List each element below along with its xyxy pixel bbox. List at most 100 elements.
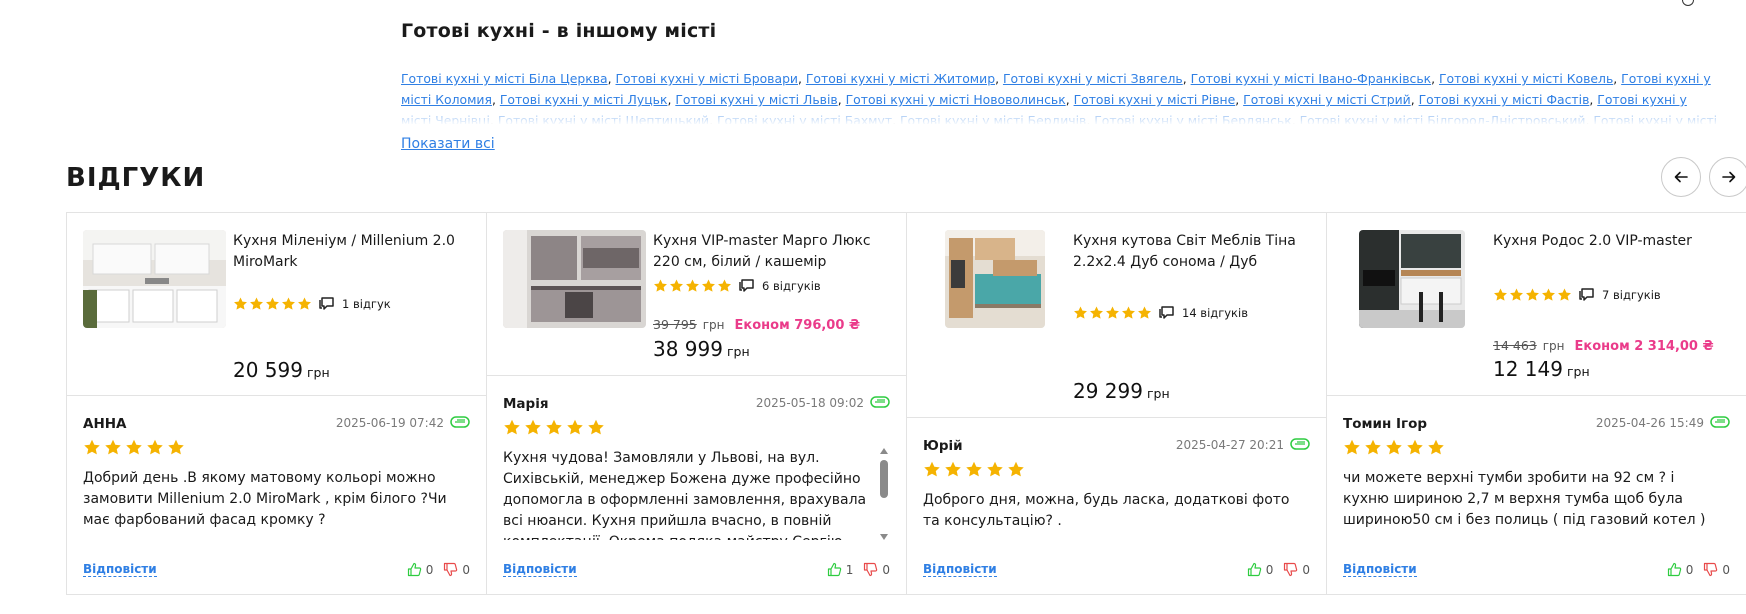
product-name[interactable]: Кухня Родос 2.0 VIP-master	[1493, 231, 1723, 252]
link-separator: ,	[1613, 71, 1622, 86]
product-price: 38 999 грн	[653, 337, 750, 361]
star-icon	[1428, 439, 1444, 455]
product-review-count[interactable]: 7 відгуків	[1602, 288, 1661, 302]
city-link[interactable]: Готові кухні у місті Житомир	[806, 71, 995, 86]
arrow-left-icon	[1674, 171, 1688, 183]
city-link[interactable]: Готові кухні у місті Львів	[675, 92, 837, 107]
thumb-up-icon[interactable]	[407, 562, 422, 577]
product-block: Кухня VIP-master Марго Люкс 220 см, біли…	[487, 213, 906, 376]
product-price: 12 149 грн	[1493, 357, 1590, 381]
reviewer-name: Марія	[503, 396, 549, 412]
product-rating: 14 відгуків	[1073, 304, 1248, 321]
star-icon	[546, 419, 562, 435]
product-review-count[interactable]: 1 відгук	[342, 297, 391, 311]
link-separator: ,	[1065, 92, 1074, 107]
price-value: 29 299	[1073, 379, 1143, 403]
product-review-count[interactable]: 14 відгуків	[1182, 306, 1248, 320]
cities-section-title: Готові кухні - в іншому місті	[401, 20, 717, 42]
reviews-title: ВІДГУКИ	[66, 163, 206, 193]
link-separator: ,	[1291, 113, 1300, 124]
city-link[interactable]: Готові кухні у місті Рівне	[1074, 92, 1236, 107]
link-separator: ,	[489, 113, 498, 124]
scroll-thumb[interactable]	[880, 460, 888, 498]
review-date: 2025-04-27 20:21	[1175, 438, 1284, 452]
star-icon	[1494, 288, 1507, 301]
thumb-down-icon[interactable]	[1283, 562, 1298, 577]
product-image[interactable]	[503, 230, 646, 328]
city-link[interactable]: Готові кухні у місті Нововолинськ	[846, 92, 1066, 107]
reply-link[interactable]: Відповісти	[923, 562, 997, 577]
thumb-down-icon[interactable]	[863, 562, 878, 577]
city-link[interactable]: Готові кухні у місті Біла Церква	[401, 71, 608, 86]
city-links-list: Готові кухні у місті Біла Церква, Готові…	[401, 68, 1721, 124]
star-icon	[1526, 288, 1539, 301]
product-name[interactable]: Кухня кутова Світ Меблів Тіна 2.2х2.4 Ду…	[1073, 231, 1303, 273]
star-icon	[1138, 306, 1151, 319]
reply-link[interactable]: Відповісти	[1343, 562, 1417, 577]
product-image[interactable]	[945, 230, 1045, 328]
star-icon	[1407, 439, 1423, 455]
dislikes-count: 0	[1722, 562, 1730, 577]
product-price: 29 299 грн	[1073, 379, 1170, 403]
product-review-count[interactable]: 6 відгуків	[762, 279, 821, 293]
city-link[interactable]: Готові кухні у місті Бердичів	[900, 113, 1086, 124]
city-link[interactable]: Готові кухні у місті Звягель	[1003, 71, 1183, 86]
slider-next-button[interactable]	[1709, 157, 1746, 197]
city-link[interactable]: Готові кухні у місті Фастів	[1419, 92, 1590, 107]
vote-controls: 0 0	[1247, 562, 1310, 577]
reviews-carousel: Кухня Міленіум / Millenium 2.0 MiroMark …	[66, 212, 1746, 595]
product-name[interactable]: Кухня VIP-master Марго Люкс 220 см, біли…	[653, 231, 883, 273]
show-all-link[interactable]: Показати всі	[401, 136, 495, 152]
city-link[interactable]: Готові кухні у місті Луцьк	[500, 92, 668, 107]
product-stars	[233, 296, 312, 311]
likes-count: 1	[845, 562, 854, 577]
product-stars	[1493, 287, 1572, 302]
thumb-up-icon[interactable]	[1247, 562, 1262, 577]
star-icon	[298, 297, 311, 310]
review-scrollbar[interactable]	[878, 448, 890, 540]
reply-link[interactable]: Відповісти	[503, 562, 577, 577]
reviewer-name: Томин Ігор	[1343, 416, 1428, 432]
thumb-up-icon[interactable]	[827, 562, 842, 577]
thumb-down-icon[interactable]	[1703, 562, 1718, 577]
price-value: 12 149	[1493, 357, 1563, 381]
link-separator: ,	[1086, 113, 1095, 124]
star-icon	[1510, 288, 1523, 301]
reply-link[interactable]: Відповісти	[83, 562, 157, 577]
scroll-down-icon[interactable]	[880, 534, 888, 540]
star-icon	[718, 279, 731, 292]
economy-badge: Економ 796,00 ₴	[734, 318, 861, 333]
scroll-up-icon[interactable]	[880, 448, 888, 454]
city-link[interactable]: Готові кухні у місті Стрий	[1243, 92, 1411, 107]
thumb-down-icon[interactable]	[443, 562, 458, 577]
link-separator: ,	[491, 92, 500, 107]
product-block: Кухня Міленіум / Millenium 2.0 MiroMark …	[67, 213, 486, 396]
review-date: 2025-06-19 07:42	[335, 416, 444, 430]
city-link[interactable]: Готові кухні у місті Бахмут	[717, 113, 892, 124]
city-link[interactable]: Готові кухні у місті Шептицький	[498, 113, 709, 124]
product-image[interactable]	[83, 230, 226, 328]
city-link[interactable]: Готові кухні у місті Бровари	[616, 71, 798, 86]
vote-controls: 1 0	[827, 562, 890, 577]
paper-clip-icon	[450, 416, 470, 428]
review-block: Марія 2025-05-18 09:02 Кухня чудова! Зам…	[487, 376, 906, 594]
product-image[interactable]	[1359, 230, 1465, 328]
likes-count: 0	[425, 562, 434, 577]
star-icon	[168, 439, 184, 455]
paper-clip-icon	[870, 396, 890, 408]
review-stars	[1343, 438, 1445, 456]
link-separator: ,	[607, 71, 616, 86]
city-link[interactable]: Готові кухні у місті Бердянськ	[1094, 113, 1291, 124]
product-name[interactable]: Кухня Міленіум / Millenium 2.0 MiroMark	[233, 231, 463, 273]
reviewer-name: АННА	[83, 416, 127, 432]
city-link[interactable]: Готові кухні у місті Бориспіль	[401, 113, 1717, 124]
link-separator: ,	[892, 113, 900, 124]
city-link[interactable]: Готові кухні у місті Ковель	[1439, 71, 1613, 86]
star-icon	[702, 279, 715, 292]
city-link[interactable]: Готові кухні у місті Білгород-Дністровсь…	[1300, 113, 1586, 124]
city-link[interactable]: Готові кухні у місті Івано-Франківськ	[1191, 71, 1431, 86]
star-icon	[84, 439, 100, 455]
slider-prev-button[interactable]	[1661, 157, 1701, 197]
thumb-up-icon[interactable]	[1667, 562, 1682, 577]
star-icon	[945, 461, 961, 477]
